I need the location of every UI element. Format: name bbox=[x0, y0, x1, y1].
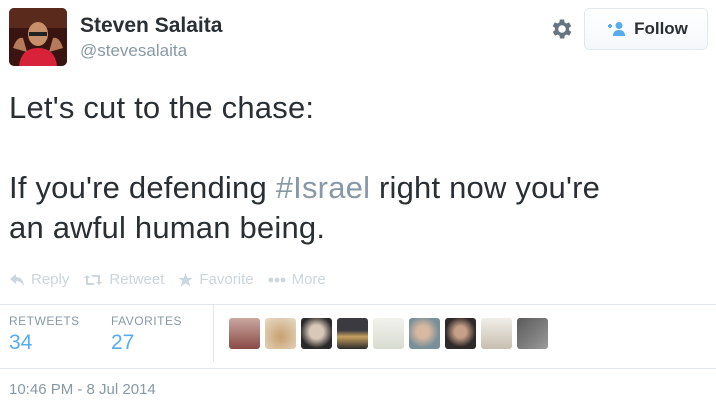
favorite-button[interactable]: Favorite bbox=[178, 271, 254, 288]
favorite-label: Favorite bbox=[199, 271, 254, 288]
tweet-text-segment: If you're defending bbox=[9, 170, 276, 205]
avatar[interactable] bbox=[481, 318, 512, 349]
tweet-actions: Reply Retweet Favorite More bbox=[9, 271, 340, 288]
avatar[interactable] bbox=[265, 318, 296, 349]
reply-label: Reply bbox=[31, 271, 70, 288]
divider bbox=[213, 305, 214, 362]
retweets-count[interactable]: 34 bbox=[9, 331, 111, 355]
user-name[interactable]: Steven Salaita bbox=[80, 14, 222, 38]
tweet-text-segment: right now you're bbox=[370, 170, 601, 205]
tweet-line: Let's cut to the chase: bbox=[9, 90, 315, 125]
tweet-line: If you're defending #Israel right now yo… bbox=[9, 168, 709, 208]
add-user-icon bbox=[604, 21, 626, 37]
divider bbox=[0, 304, 716, 305]
divider bbox=[0, 368, 716, 369]
star-icon bbox=[178, 272, 194, 286]
reply-button[interactable]: Reply bbox=[9, 271, 69, 288]
avatar[interactable] bbox=[373, 318, 404, 349]
avatar[interactable] bbox=[409, 318, 440, 349]
favorites-count[interactable]: 27 bbox=[111, 331, 213, 355]
tweet-timestamp[interactable]: 10:46 PM - 8 Jul 2014 bbox=[9, 381, 156, 398]
retweet-icon bbox=[84, 274, 103, 285]
tweet-header: Steven Salaita @stevesalaita Follow bbox=[9, 8, 708, 68]
reply-icon bbox=[10, 273, 24, 286]
follow-button-label: Follow bbox=[634, 19, 688, 38]
retweet-label: Retweet bbox=[109, 271, 165, 288]
hashtag-link[interactable]: #Israel bbox=[276, 170, 370, 205]
gear-icon[interactable] bbox=[549, 16, 575, 42]
more-icon bbox=[268, 277, 285, 282]
more-label: More bbox=[291, 271, 326, 288]
avatar[interactable] bbox=[9, 8, 67, 66]
avatar[interactable] bbox=[517, 318, 548, 349]
favoriters-avatars bbox=[229, 318, 548, 349]
avatar[interactable] bbox=[301, 318, 332, 349]
avatar[interactable] bbox=[445, 318, 476, 349]
avatar[interactable] bbox=[337, 318, 368, 349]
tweet-text: Let's cut to the chase: If you're defend… bbox=[9, 88, 709, 248]
more-button[interactable]: More bbox=[268, 271, 326, 288]
tweet-stats: RETWEETS 34 FAVORITES 27 bbox=[9, 314, 213, 355]
favorites-label: FAVORITES bbox=[111, 314, 182, 328]
tweet-line: an awful human being. bbox=[9, 210, 326, 245]
retweets-label: RETWEETS bbox=[9, 314, 80, 328]
avatar[interactable] bbox=[229, 318, 260, 349]
follow-button[interactable]: Follow bbox=[584, 8, 708, 50]
user-handle[interactable]: @stevesalaita bbox=[80, 41, 187, 61]
retweets-stat[interactable]: RETWEETS 34 bbox=[9, 314, 111, 355]
favorites-stat[interactable]: FAVORITES 27 bbox=[111, 314, 213, 355]
retweet-button[interactable]: Retweet bbox=[83, 271, 164, 288]
